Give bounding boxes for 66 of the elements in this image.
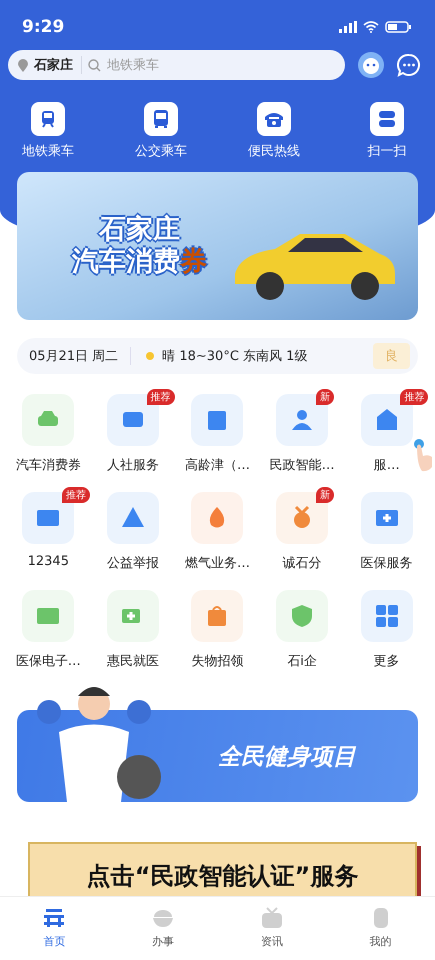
- banner-title: 全民健身项目: [218, 742, 356, 772]
- signal-icon: [339, 21, 357, 33]
- tab[interactable]: 我的: [326, 897, 435, 960]
- gate-icon: [42, 907, 66, 929]
- bowl-icon: [151, 907, 176, 929]
- search-icon: [88, 58, 101, 72]
- service-label[interactable]: 民政智能…: [270, 456, 335, 474]
- service-badge: 推荐: [146, 389, 175, 405]
- status-time: 9:29: [22, 17, 64, 37]
- caption-text: 点击“民政智能认证”服务: [86, 861, 358, 892]
- service-label[interactable]: 诚石分: [282, 554, 322, 572]
- service-tile[interactable]: [360, 590, 413, 642]
- message-icon[interactable]: [397, 53, 421, 77]
- quick-action-label[interactable]: 扫一扫: [368, 142, 406, 160]
- city-label[interactable]: 石家庄: [34, 56, 82, 74]
- service-tile[interactable]: [22, 394, 74, 446]
- service-badge: 推荐: [62, 487, 90, 503]
- service-label[interactable]: 燃气业务…: [184, 554, 250, 572]
- service-label[interactable]: 更多: [374, 652, 400, 670]
- tab[interactable]: 资讯: [218, 897, 326, 960]
- service-tile[interactable]: [360, 492, 413, 544]
- quick-action-icon[interactable]: [31, 102, 65, 136]
- service-tile[interactable]: [106, 492, 159, 544]
- date-label: 05月21日 周二: [29, 347, 132, 365]
- service-label[interactable]: 人社服务: [106, 456, 159, 474]
- air-quality-tag: 良: [373, 343, 410, 369]
- service-tile[interactable]: [276, 590, 328, 642]
- quick-action-label[interactable]: 地铁乘车: [22, 142, 74, 160]
- service-label[interactable]: 服…: [374, 456, 400, 474]
- service-tile[interactable]: [191, 492, 244, 544]
- robot-assistant-icon[interactable]: [357, 51, 385, 79]
- quick-action-icon[interactable]: [257, 102, 291, 136]
- service-label[interactable]: 汽车消费券: [16, 456, 81, 474]
- service-tile[interactable]: [22, 590, 74, 642]
- service-tile[interactable]: [106, 590, 159, 642]
- service-badge: 新: [316, 389, 334, 405]
- location-pin-icon: [18, 58, 28, 72]
- service-label[interactable]: 12345: [28, 554, 69, 569]
- quick-action-label[interactable]: 公交乘车: [135, 142, 187, 160]
- tv-icon: [260, 907, 284, 929]
- banner-title: 石家庄: [99, 214, 180, 246]
- service-label[interactable]: 石i企: [287, 652, 317, 670]
- banner-title: 汽车消费券: [72, 246, 207, 278]
- service-label[interactable]: 公益举报: [106, 554, 159, 572]
- service-label[interactable]: 惠民就医: [106, 652, 159, 670]
- quick-action-label[interactable]: 便民热线: [248, 142, 300, 160]
- search-field[interactable]: 石家庄 地铁乘车: [8, 50, 345, 80]
- pointing-hand-drawing: [413, 438, 433, 472]
- service-label[interactable]: 医保电子…: [16, 652, 81, 670]
- service-tile[interactable]: [22, 492, 74, 544]
- search-placeholder: 地铁乘车: [107, 57, 159, 74]
- service-tile[interactable]: [360, 394, 413, 446]
- quick-action-icon[interactable]: [370, 102, 404, 136]
- service-badge: 推荐: [400, 389, 428, 405]
- service-badge: 新: [316, 487, 334, 503]
- service-label[interactable]: 高龄津（…: [184, 456, 250, 474]
- service-label[interactable]: 失物招领: [191, 652, 244, 670]
- service-tile[interactable]: [191, 394, 244, 446]
- battery-icon: [385, 21, 411, 33]
- service-tile[interactable]: [191, 590, 244, 642]
- tab[interactable]: 首页: [0, 897, 109, 960]
- service-label[interactable]: 医保服务: [360, 554, 413, 572]
- wifi-icon: [363, 21, 379, 33]
- tab[interactable]: 办事: [108, 897, 218, 960]
- weather-forecast: 晴 18~30°C 东南风 1级: [162, 348, 308, 365]
- quick-action-icon[interactable]: [144, 102, 178, 136]
